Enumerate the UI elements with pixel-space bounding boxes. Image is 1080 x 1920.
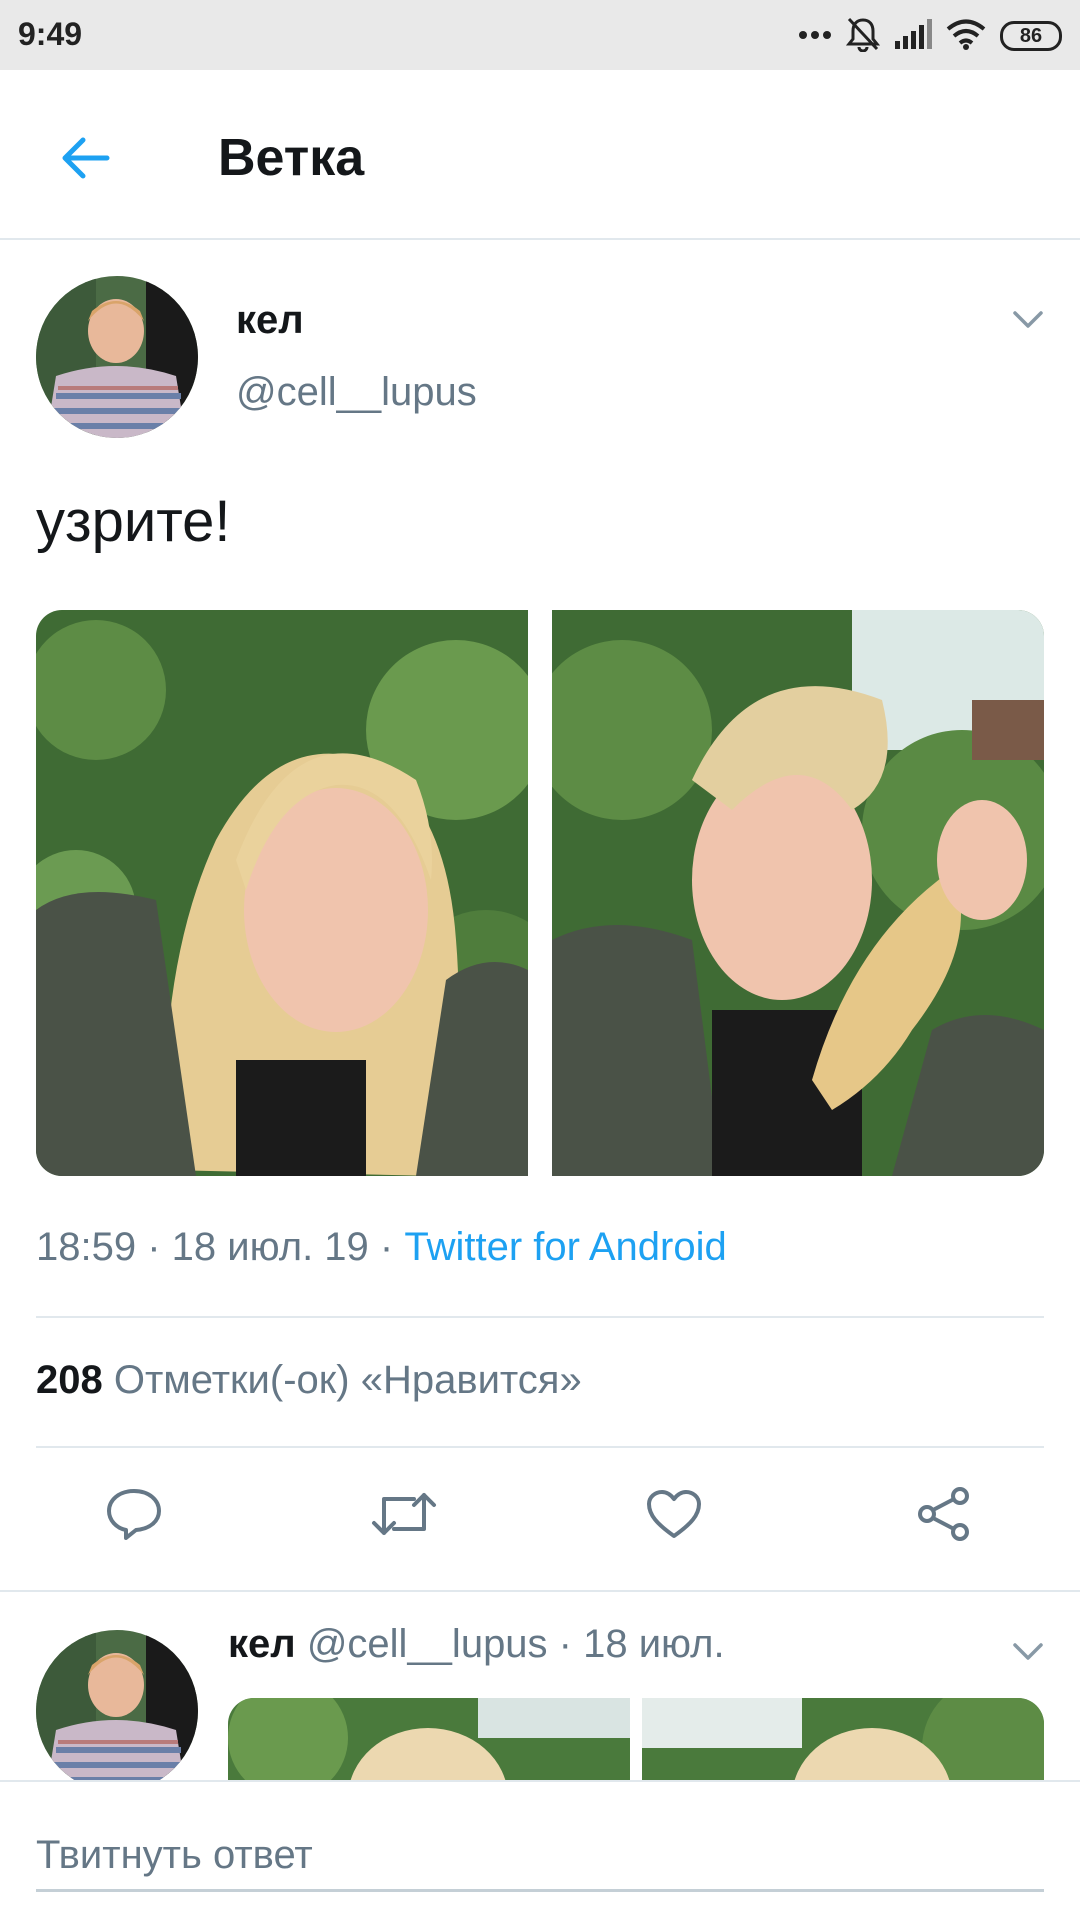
reply-photo[interactable] <box>642 1698 1044 1780</box>
reply-tweet[interactable]: кел @cell__lupus · 18 июл. <box>0 1594 1080 1780</box>
likes-stat[interactable]: 208 Отметки(-ок) «Нравится» <box>36 1358 582 1403</box>
reply-header: кел @cell__lupus · 18 июл. <box>228 1622 725 1667</box>
tweet-meta: 18:59 · 18 июл. 19 · Twitter for Android <box>36 1225 727 1270</box>
reply-icon[interactable] <box>98 1478 170 1550</box>
status-time: 9:49 <box>18 16 83 52</box>
reply-photo[interactable] <box>228 1698 630 1780</box>
tweet-photo[interactable] <box>36 610 528 1176</box>
reply-author-name[interactable]: кел <box>228 1622 296 1666</box>
avatar[interactable] <box>36 1630 198 1780</box>
status-bar: 9:49 86 <box>0 0 1080 70</box>
reply-media <box>228 1698 1044 1780</box>
tweet-text: узрите! <box>36 489 231 554</box>
likes-count: 208 <box>36 1358 103 1402</box>
more-dots-icon <box>798 27 832 45</box>
app-header: Ветка <box>0 70 1080 240</box>
page-title: Ветка <box>218 129 365 187</box>
like-icon[interactable] <box>638 1478 710 1550</box>
author-name[interactable]: кел <box>236 298 304 343</box>
battery-icon: 86 <box>1000 21 1062 51</box>
share-icon[interactable] <box>908 1478 980 1550</box>
wifi-icon <box>946 18 986 55</box>
tweet-media <box>36 610 1044 1176</box>
meta-separator: · <box>368 1225 405 1269</box>
likes-label: Отметки(-ок) «Нравится» <box>113 1358 582 1402</box>
author-handle[interactable]: @cell__lupus <box>236 370 477 415</box>
reply-date: 18 июл. <box>583 1622 725 1666</box>
divider <box>36 1446 1044 1448</box>
status-icons: 86 <box>798 14 1062 58</box>
tweet-photo[interactable] <box>552 610 1044 1176</box>
chevron-down-icon[interactable] <box>1008 1632 1048 1672</box>
avatar[interactable] <box>36 276 198 438</box>
divider <box>36 1316 1044 1318</box>
back-arrow-icon[interactable] <box>56 128 116 188</box>
signal-icon <box>894 18 932 54</box>
meta-separator: · <box>547 1622 584 1666</box>
chevron-down-icon[interactable] <box>1008 300 1048 340</box>
tweet-source-link[interactable]: Twitter for Android <box>404 1225 726 1269</box>
main-tweet: кел @cell__lupus узрите! 18:59 · 18 июл.… <box>0 240 1080 1592</box>
retweet-icon[interactable] <box>368 1478 440 1550</box>
meta-separator: · <box>136 1225 172 1269</box>
reply-input[interactable] <box>36 1822 1044 1892</box>
tweet-time: 18:59 <box>36 1225 137 1269</box>
tweet-date: 18 июл. 19 <box>171 1225 369 1269</box>
bell-muted-icon <box>845 16 881 57</box>
compose-bar <box>0 1780 1080 1920</box>
reply-author-handle[interactable]: @cell__lupus <box>307 1622 548 1666</box>
